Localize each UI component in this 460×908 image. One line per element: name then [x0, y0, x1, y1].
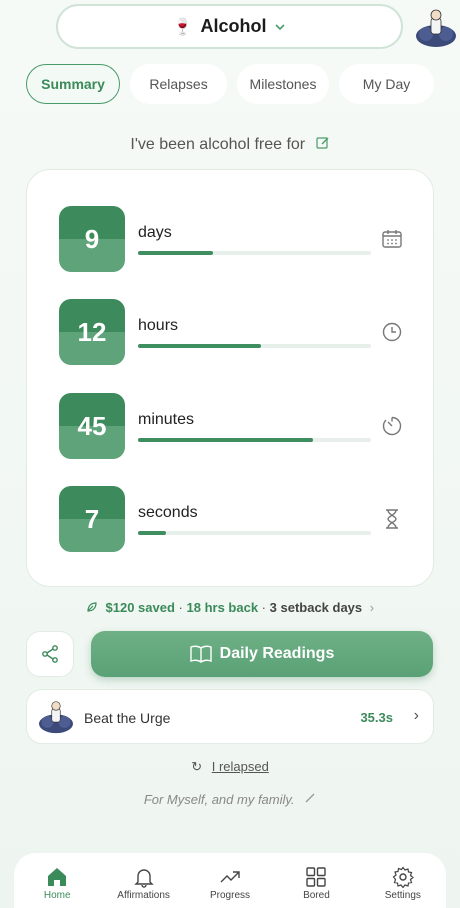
mascot-icon [39, 701, 73, 734]
hourglass-icon [386, 509, 398, 529]
minutes-progress [138, 438, 371, 442]
timer-icon [382, 416, 402, 436]
urge-timer: 35.3s [360, 710, 393, 725]
grid-icon [306, 866, 327, 887]
motto-label: For Myself, and my family. [143, 792, 295, 807]
share-button[interactable] [26, 631, 74, 677]
money-saved: $120 saved [105, 600, 175, 615]
counter-row-days: 9 days [59, 206, 404, 272]
counter-row-hours: 12 hours [59, 299, 404, 365]
daily-readings-button[interactable]: Daily Readings [91, 631, 433, 677]
chevron-right-icon: › [369, 600, 375, 615]
counter-row-minutes: 45 minutes [59, 393, 404, 459]
chevron-down-icon [275, 23, 286, 30]
stats-separator: · [261, 600, 267, 615]
relapsed-link[interactable]: ↻ I relapsed [0, 759, 460, 775]
seconds-value: 7 [59, 486, 125, 552]
hours-value: 12 [59, 299, 125, 365]
beat-the-urge-button[interactable]: Beat the Urge 35.3s › [26, 689, 434, 744]
pencil-icon [305, 793, 315, 803]
nav-label: Bored [303, 889, 330, 901]
tab-relapses[interactable]: Relapses [130, 64, 227, 104]
stats-separator: · [178, 600, 183, 615]
nav-settings[interactable]: Settings [360, 853, 446, 908]
seconds-progress [138, 531, 371, 535]
daily-readings-label: Daily Readings [219, 645, 335, 662]
calendar-icon [382, 230, 402, 248]
addiction-title: Alcohol [200, 16, 267, 36]
stats-summary[interactable]: $120 saved · 18 hrs back · 3 setback day… [0, 600, 460, 615]
nav-affirmations[interactable]: Affirmations [100, 853, 186, 908]
beat-the-urge-label: Beat the Urge [84, 710, 171, 726]
refresh-icon: ↻ [191, 759, 203, 774]
book-icon [189, 645, 212, 663]
nav-progress[interactable]: Progress [187, 853, 273, 908]
motto-text[interactable]: For Myself, and my family. [0, 792, 460, 807]
trend-icon [220, 870, 240, 882]
hours-label: hours [138, 317, 179, 334]
setback-days: 3 setback days [269, 600, 363, 615]
nav-label: Affirmations [117, 889, 170, 901]
counter-card: 9 days 12 hours 45 minutes 7 seconds [26, 169, 434, 587]
days-value: 9 [59, 206, 125, 272]
tab-my-day[interactable]: My Day [339, 64, 435, 104]
days-progress [138, 251, 371, 255]
minutes-value: 45 [59, 393, 125, 459]
addiction-selector[interactable]: 🍷 Alcohol [56, 4, 403, 49]
bottom-nav: Home Affirmations Progress Bored Setting… [14, 853, 446, 908]
tab-bar: Summary Relapses Milestones My Day [26, 64, 435, 104]
nav-label: Settings [384, 889, 421, 901]
days-label: days [138, 224, 172, 241]
bell-icon [133, 868, 154, 888]
counter-row-seconds: 7 seconds [59, 486, 404, 552]
chevron-right-icon: › [413, 707, 419, 724]
profile-avatar[interactable] [414, 8, 458, 48]
nav-label: Home [43, 889, 71, 901]
nav-bored[interactable]: Bored [273, 853, 359, 908]
nav-home[interactable]: Home [14, 853, 100, 908]
clock-icon [382, 322, 402, 342]
free-for-label: I've been alcohol free for [130, 136, 306, 153]
free-for-heading: I've been alcohol free for [0, 136, 460, 154]
hours-progress [138, 344, 371, 348]
tab-summary[interactable]: Summary [26, 64, 121, 104]
tab-milestones[interactable]: Milestones [236, 64, 330, 104]
edit-icon[interactable] [315, 136, 330, 150]
relapsed-label: I relapsed [211, 759, 269, 774]
seconds-label: seconds [138, 504, 198, 521]
gear-icon [392, 866, 414, 888]
minutes-label: minutes [138, 411, 195, 428]
share-icon [42, 645, 58, 663]
leaf-icon [87, 602, 97, 612]
hours-back: 18 hrs back [186, 600, 259, 615]
home-icon [48, 867, 67, 886]
nav-label: Progress [210, 889, 251, 901]
wine-glass-icon: 🍷 [172, 18, 193, 36]
